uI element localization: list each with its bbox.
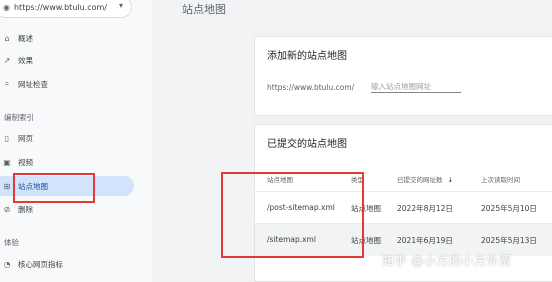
last-read-date: 2025年5月13日 xyxy=(481,236,537,245)
sidebar-item-label: 核心网页指标 xyxy=(18,259,63,269)
submitted-date: 2022年8月12日 xyxy=(397,204,453,213)
last-read-date: 2025年5月10日 xyxy=(481,204,537,213)
sidebar-item-label: 网页 xyxy=(18,133,33,143)
sidebar-item-url-inspection[interactable]: ⌕ 网址检查 xyxy=(0,76,132,92)
page-title: 站点地图 xyxy=(182,3,226,16)
add-sitemap-card: 添加新的站点地图 https://www.btulu.com/ xyxy=(254,36,552,116)
annotation-highlight-rows xyxy=(221,172,364,258)
column-header-last-read[interactable]: 上次读取时间 xyxy=(481,174,520,184)
sidebar-item-overview[interactable]: ⌂ 概述 xyxy=(0,30,132,46)
submitted-sitemaps-title: 已提交的站点地图 xyxy=(267,139,347,150)
column-header-label: 已提交的网址数 xyxy=(397,176,443,184)
sitemap-url-input[interactable] xyxy=(371,81,461,93)
sidebar-item-performance[interactable]: ↗ 效果 xyxy=(0,52,132,68)
gauge-icon: ◔ xyxy=(3,259,11,269)
nav-section-indexing: 编制索引 xyxy=(4,113,34,122)
watermark: 知乎 @小方的小方外贸 xyxy=(382,254,512,268)
sidebar-item-videos[interactable]: ▣ 视频 xyxy=(0,154,132,170)
sidebar-item-label: 网址检查 xyxy=(18,79,48,89)
search-icon: ⌕ xyxy=(4,79,10,88)
sort-arrow-icon: ↓ xyxy=(447,176,454,184)
nav-section-experience: 体验 xyxy=(4,238,19,247)
chevron-down-icon: ▾ xyxy=(118,1,123,10)
submitted-date: 2021年6月19日 xyxy=(397,236,453,245)
trending-icon: ↗ xyxy=(3,55,11,65)
column-header-submitted[interactable]: 已提交的网址数 ↓ xyxy=(397,174,453,184)
sidebar-item-label: 视频 xyxy=(18,157,33,167)
sidebar-item-pages[interactable]: ▯ 网页 xyxy=(0,130,132,146)
remove-icon: ⊘ xyxy=(3,204,11,214)
sitemap-icon: ⊞ xyxy=(3,181,11,191)
annotation-highlight-sidebar xyxy=(13,173,95,203)
sidebar-item-label: 删除 xyxy=(18,204,33,214)
url-prefix: https://www.btulu.com/ xyxy=(267,83,355,92)
sidebar: ◉ https://www.btulu.com/ ▾ ⌂ 概述 ↗ 效果 ⌕ 网… xyxy=(0,0,152,282)
property-selector[interactable]: ◉ https://www.btulu.com/ ▾ xyxy=(0,0,132,18)
home-icon: ⌂ xyxy=(4,33,10,43)
video-icon: ▣ xyxy=(3,157,11,167)
sidebar-item-label: 概述 xyxy=(18,33,33,43)
sidebar-item-label: 效果 xyxy=(18,55,33,65)
add-sitemap-title: 添加新的站点地图 xyxy=(267,51,347,62)
globe-icon: ◉ xyxy=(3,2,10,12)
page-icon: ▯ xyxy=(4,133,10,143)
property-url: https://www.btulu.com/ xyxy=(13,2,107,12)
sidebar-item-core-web-vitals[interactable]: ◔ 核心网页指标 xyxy=(0,256,132,272)
sidebar-item-removals[interactable]: ⊘ 删除 xyxy=(0,201,132,217)
